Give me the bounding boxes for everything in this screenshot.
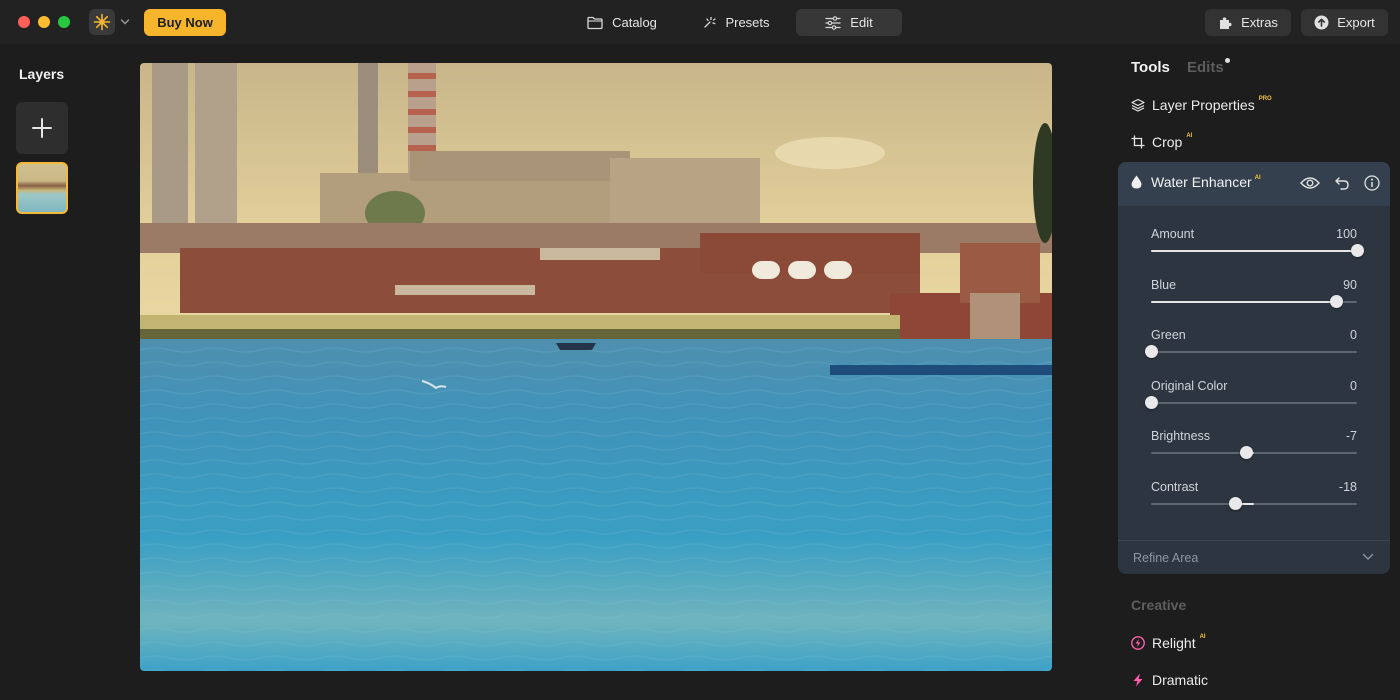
tool-layer-properties[interactable]: Layer Properties PRO xyxy=(1131,95,1272,115)
slider-value: 0 xyxy=(1350,379,1357,393)
sun-logo-icon xyxy=(93,13,111,31)
tab-catalog[interactable]: Catalog xyxy=(570,9,674,36)
slider-brightness[interactable]: Brightness -7 xyxy=(1151,429,1357,469)
buy-now-button[interactable]: Buy Now xyxy=(144,9,226,36)
slider-label: Green xyxy=(1151,328,1186,342)
mode-tabs: Catalog Presets xyxy=(566,9,906,36)
pro-badge: PRO xyxy=(1259,96,1272,102)
edits-indicator-dot xyxy=(1225,58,1230,63)
eye-icon[interactable] xyxy=(1300,176,1320,190)
app-logo-button[interactable] xyxy=(89,9,115,35)
creative-section-title: Creative xyxy=(1131,597,1186,613)
water-enhancer-actions xyxy=(1300,175,1380,191)
info-icon[interactable] xyxy=(1364,175,1380,191)
tool-crop[interactable]: Crop AI xyxy=(1131,132,1192,152)
slider-knob[interactable] xyxy=(1145,345,1158,358)
chevron-down-icon xyxy=(1362,553,1374,561)
tab-edit[interactable]: Edit xyxy=(796,9,902,36)
tool-dramatic[interactable]: Dramatic xyxy=(1131,670,1208,690)
export-button[interactable]: Export xyxy=(1301,9,1388,36)
slider-label: Original Color xyxy=(1151,379,1227,393)
photo-canvas[interactable] xyxy=(140,63,1052,671)
slider-label: Brightness xyxy=(1151,429,1210,443)
tool-layer-properties-label: Layer Properties xyxy=(1152,97,1255,113)
plus-icon xyxy=(31,117,53,139)
ai-badge: AI xyxy=(1255,175,1261,181)
slider-label: Contrast xyxy=(1151,480,1198,494)
slider-original-color[interactable]: Original Color 0 xyxy=(1151,379,1357,419)
water-drop-icon xyxy=(1131,175,1142,189)
slider-knob[interactable] xyxy=(1351,244,1364,257)
tab-tools[interactable]: Tools xyxy=(1131,59,1170,76)
slider-track[interactable] xyxy=(1151,402,1357,404)
layers-title: Layers xyxy=(19,66,64,82)
slider-amount[interactable]: Amount 100 xyxy=(1151,227,1357,267)
photo-image xyxy=(140,63,1052,671)
slider-green[interactable]: Green 0 xyxy=(1151,328,1357,368)
slider-blue[interactable]: Blue 90 xyxy=(1151,278,1357,318)
layers-icon xyxy=(1131,98,1145,112)
slider-value: -7 xyxy=(1346,429,1357,443)
slider-value: -18 xyxy=(1339,480,1357,494)
slider-contrast[interactable]: Contrast -18 xyxy=(1151,480,1357,520)
layer-thumbnail[interactable] xyxy=(16,162,68,214)
tab-presets-label: Presets xyxy=(725,15,769,30)
slider-value: 100 xyxy=(1336,227,1357,241)
refine-area-label: Refine Area xyxy=(1133,551,1198,565)
minimize-window-button[interactable] xyxy=(38,16,50,28)
zoom-window-button[interactable] xyxy=(58,16,70,28)
slider-knob[interactable] xyxy=(1229,497,1242,510)
tab-presets[interactable]: Presets xyxy=(688,9,784,36)
puzzle-icon xyxy=(1218,15,1233,30)
upload-icon xyxy=(1314,15,1329,30)
slider-track[interactable] xyxy=(1151,452,1357,454)
tool-relight[interactable]: Relight AI xyxy=(1131,633,1206,653)
water-enhancer-title: Water Enhancer AI xyxy=(1131,174,1261,190)
slider-track[interactable] xyxy=(1151,503,1357,505)
tab-edits[interactable]: Edits xyxy=(1187,59,1224,76)
slider-knob[interactable] xyxy=(1240,446,1253,459)
folder-icon xyxy=(587,16,603,30)
sparkle-icon xyxy=(702,16,716,30)
crop-icon xyxy=(1131,135,1145,149)
tool-crop-label: Crop xyxy=(1152,134,1182,150)
water-enhancer-panel: Water Enhancer AI Amount100Blue90Green0O… xyxy=(1118,162,1390,574)
extras-label: Extras xyxy=(1241,15,1278,30)
slider-label: Blue xyxy=(1151,278,1176,292)
relight-icon xyxy=(1131,636,1145,650)
add-layer-button[interactable] xyxy=(16,102,68,154)
export-label: Export xyxy=(1337,15,1375,30)
chevron-down-icon[interactable] xyxy=(120,15,130,29)
slider-value: 90 xyxy=(1343,278,1357,292)
ai-badge: AI xyxy=(1186,133,1192,139)
extras-button[interactable]: Extras xyxy=(1205,9,1291,36)
lightning-icon xyxy=(1131,673,1145,687)
slider-knob[interactable] xyxy=(1330,295,1343,308)
water-enhancer-header[interactable]: Water Enhancer AI xyxy=(1118,162,1390,206)
tab-catalog-label: Catalog xyxy=(612,15,657,30)
sliders-icon xyxy=(825,16,841,30)
water-enhancer-label: Water Enhancer xyxy=(1151,174,1252,190)
slider-knob[interactable] xyxy=(1145,396,1158,409)
ai-badge: AI xyxy=(1200,634,1206,640)
close-window-button[interactable] xyxy=(18,16,30,28)
undo-icon[interactable] xyxy=(1334,175,1350,191)
refine-area-row[interactable]: Refine Area xyxy=(1118,540,1390,574)
tool-dramatic-label: Dramatic xyxy=(1152,672,1208,688)
slider-label: Amount xyxy=(1151,227,1194,241)
slider-fill xyxy=(1151,301,1336,303)
slider-fill xyxy=(1151,250,1357,252)
slider-value: 0 xyxy=(1350,328,1357,342)
tab-edit-label: Edit xyxy=(850,15,872,30)
tool-relight-label: Relight xyxy=(1152,635,1196,651)
slider-track[interactable] xyxy=(1151,351,1357,353)
title-bar: Buy Now Catalog Presets xyxy=(0,0,1400,44)
